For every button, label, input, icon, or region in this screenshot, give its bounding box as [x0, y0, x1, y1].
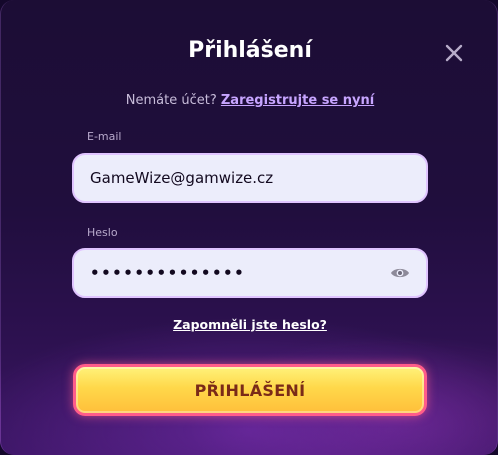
- password-label: Heslo: [87, 226, 118, 239]
- register-prompt: Nemáte účet? Zaregistrujte se nyní: [1, 91, 497, 111]
- password-field[interactable]: ••••••••••••••: [90, 264, 384, 282]
- close-icon: [445, 44, 463, 62]
- register-prompt-text: Nemáte účet?: [125, 93, 217, 108]
- login-button[interactable]: PŘIHLÁŠENÍ: [73, 364, 427, 416]
- forgot-password-row: Zapomněli jste heslo?: [1, 316, 497, 334]
- email-label: E-mail: [87, 130, 122, 143]
- forgot-password-link[interactable]: Zapomněli jste heslo?: [173, 317, 327, 332]
- register-link[interactable]: Zaregistrujte se nyní: [221, 93, 374, 108]
- modal-title: Přihlášení: [188, 38, 312, 63]
- login-button-label: PŘIHLÁŠENÍ: [194, 380, 306, 400]
- password-field-wrapper: ••••••••••••••: [72, 248, 428, 298]
- login-modal: Přihlášení Nemáte účet? Zaregistrujte se…: [0, 0, 498, 455]
- email-field-wrapper: [72, 153, 428, 203]
- email-field[interactable]: [90, 169, 410, 187]
- close-button[interactable]: [441, 40, 467, 66]
- eye-icon[interactable]: [390, 266, 410, 280]
